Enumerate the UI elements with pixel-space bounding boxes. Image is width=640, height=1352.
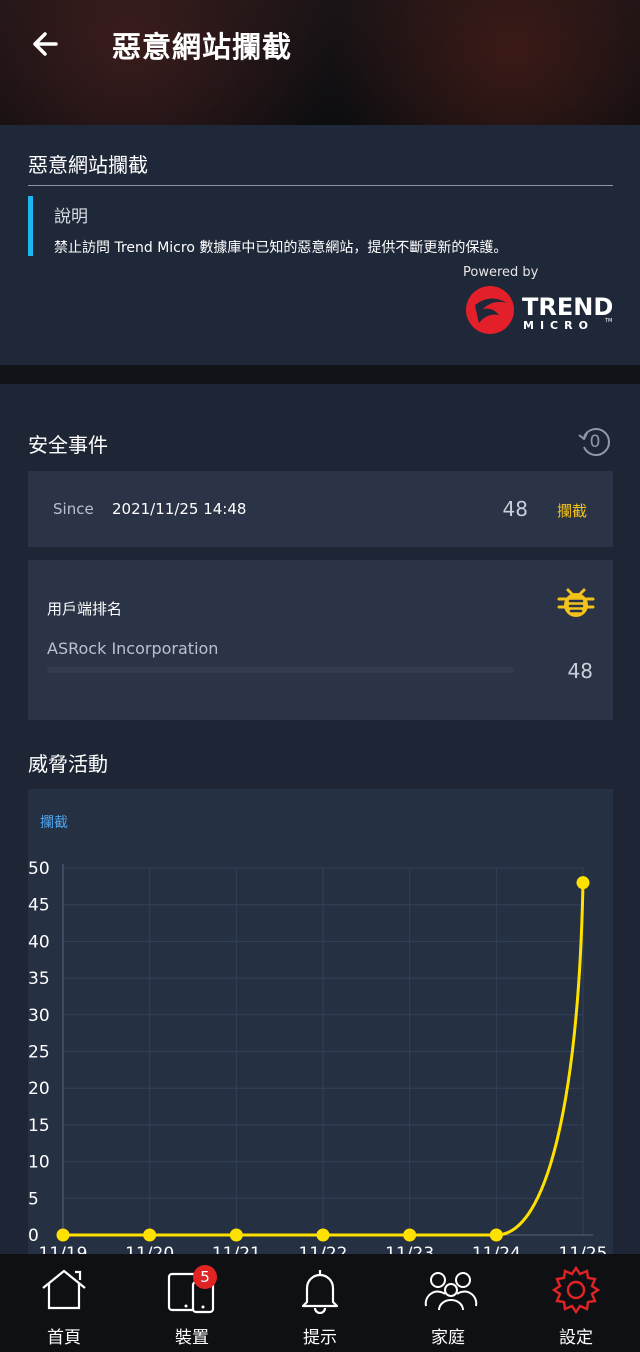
logo-word-trend: TREND (522, 293, 613, 321)
client-count: 48 (567, 659, 593, 683)
nav-devices[interactable]: 裝置 (128, 1254, 256, 1352)
back-arrow-icon[interactable] (26, 24, 66, 64)
nav-alerts-label: 提示 (303, 1328, 337, 1348)
bug-icon (557, 588, 595, 617)
data-point (576, 876, 590, 890)
nav-home-label: 首頁 (47, 1328, 81, 1348)
description-text: 禁止訪問 Trend Micro 數據庫中已知的惡意網站，提供不斷更新的保護。 (54, 240, 508, 256)
page-title: 惡意網站攔截 (112, 30, 293, 64)
y-tick-label: 45 (28, 896, 50, 916)
client-name[interactable]: ASRock Incorporation (47, 639, 218, 658)
y-tick-label: 20 (28, 1079, 50, 1099)
since-date: 2021/11/25 14:48 (112, 500, 247, 518)
client-ranking-card: 用戶端排名 ASRock Incorporation 48 (28, 560, 613, 720)
devices-badge: 5 (193, 1265, 217, 1289)
gear-icon (551, 1266, 601, 1314)
y-tick-label: 15 (28, 1116, 50, 1136)
since-card: Since 2021/11/25 14:48 48 攔截 (28, 471, 613, 547)
nav-settings-label: 設定 (559, 1328, 593, 1348)
threat-line-chart: 0510152025303540455011/19 11/20 11/21 11/22… (28, 859, 608, 1259)
since-label: Since (53, 500, 94, 518)
threat-chart: 攔截 0 5 10 15 20 25 30 35 40 45 50 11/19 11/20 11/21 11… (28, 789, 613, 1259)
client-ranking-title: 用戶端排名 (47, 600, 123, 618)
y-tick-label: 5 (28, 1189, 39, 1209)
threat-activity-title: 威脅活動 (28, 752, 108, 776)
nav-family-label: 家庭 (431, 1328, 465, 1348)
logo-tm: TM (604, 318, 612, 324)
nav-home[interactable]: 首頁 (0, 1254, 128, 1352)
bottom-nav: 首頁 裝置 提示 家庭 設定 (0, 1254, 640, 1352)
reset-counter-icon[interactable]: 0 (576, 423, 612, 459)
data-point (403, 1228, 417, 1242)
powered-by-text: Powered by (463, 265, 539, 280)
y-tick-label: 0 (28, 1226, 39, 1246)
data-point (489, 1228, 503, 1242)
y-tick-label: 10 (28, 1153, 50, 1173)
home-icon (42, 1269, 86, 1310)
data-point (143, 1228, 157, 1242)
trend-micro-logo: TREND MICRO TM (466, 286, 613, 334)
description-block: 說明 禁止訪問 Trend Micro 數據庫中已知的惡意網站，提供不斷更新的保… (28, 196, 507, 256)
description-label: 說明 (54, 207, 88, 227)
app-header: 惡意網站攔截 (0, 0, 640, 125)
blocked-label: 攔截 (556, 502, 587, 520)
bell-icon (301, 1270, 339, 1314)
logo-word-micro: MICRO (523, 319, 594, 332)
security-events-title: 安全事件 (28, 433, 108, 457)
nav-devices-label: 裝置 (175, 1328, 209, 1348)
divider (28, 185, 613, 186)
chart-legend-blocked: 攔截 (40, 815, 68, 831)
data-point (56, 1228, 70, 1242)
info-card-title: 惡意網站攔截 (28, 153, 148, 177)
y-tick-label: 50 (28, 859, 50, 879)
client-share-bar (47, 667, 514, 673)
data-point (229, 1228, 243, 1242)
section-gap (0, 365, 640, 384)
data-point (316, 1228, 330, 1242)
nav-family[interactable]: 家庭 (384, 1254, 512, 1352)
y-tick-label: 25 (28, 1043, 50, 1063)
reset-count-text: 0 (590, 432, 601, 452)
nav-settings[interactable]: 設定 (512, 1254, 640, 1352)
y-tick-label: 40 (28, 932, 50, 952)
y-tick-label: 30 (28, 1006, 50, 1026)
nav-alerts[interactable]: 提示 (256, 1254, 384, 1352)
event-count: 48 (502, 497, 528, 521)
y-tick-label: 35 (28, 969, 50, 989)
family-icon (424, 1272, 478, 1311)
